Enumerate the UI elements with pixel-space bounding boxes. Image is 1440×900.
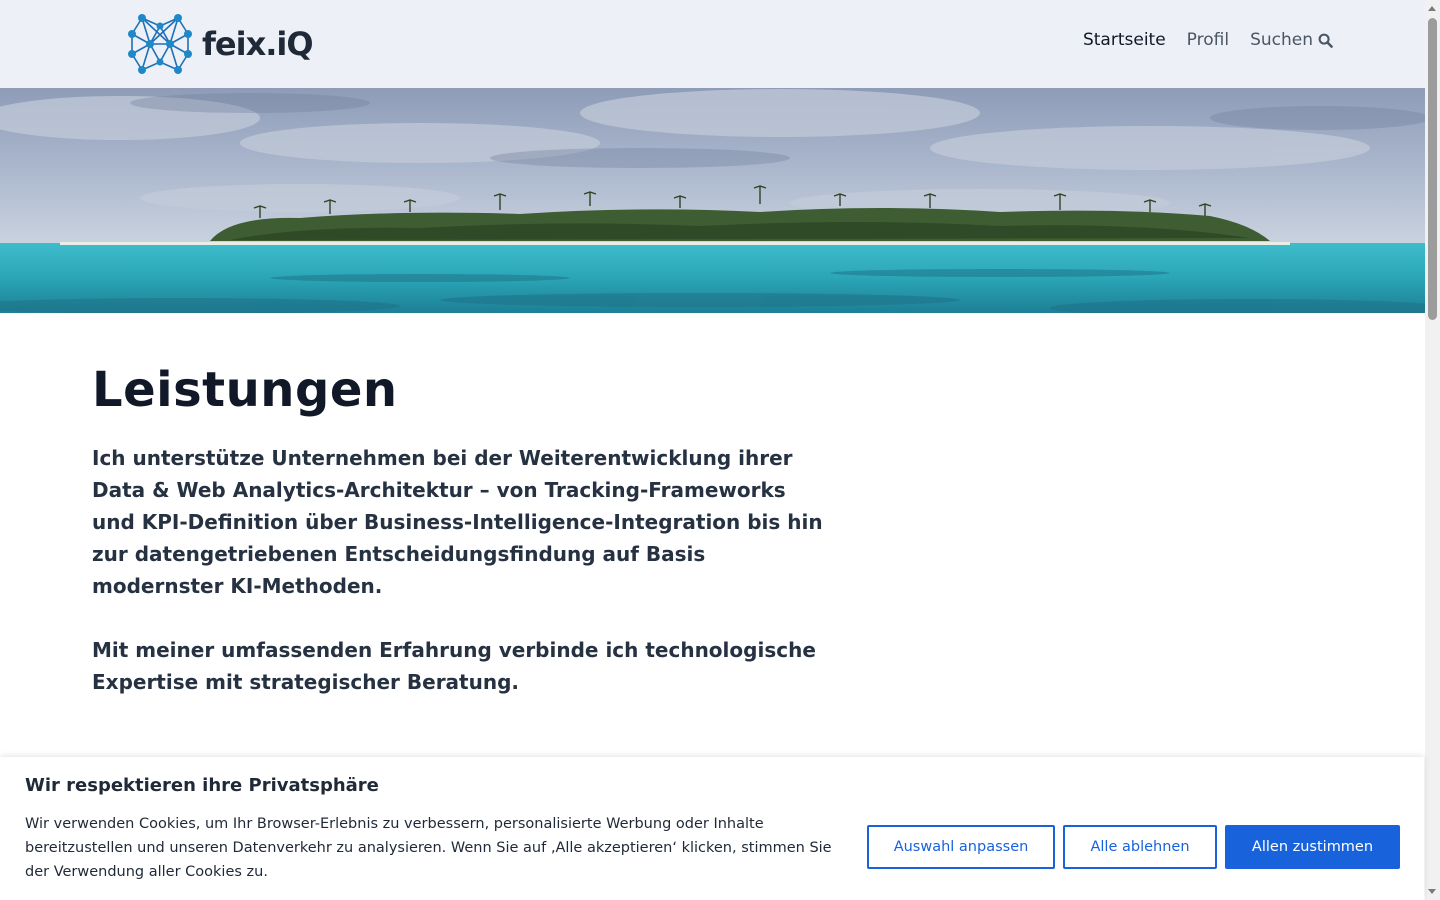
site-header: feix.iQ Startseite Profil Suchen [0, 0, 1425, 88]
search-icon [1318, 33, 1333, 48]
island-landscape-image [0, 88, 1425, 313]
cookie-banner: Wir respektieren ihre Privatsphäre Wir v… [0, 757, 1424, 900]
nav-item-profil[interactable]: Profil [1187, 30, 1229, 50]
nav-item-startseite[interactable]: Startseite [1083, 30, 1166, 50]
logo-text: feix.iQ [202, 25, 314, 63]
page-title: Leistungen [92, 362, 398, 418]
nav-item-label: Profil [1186, 30, 1230, 50]
logo[interactable]: feix.iQ [128, 12, 314, 76]
intro-paragraph: Ich unterstütze Unternehmen bei der Weit… [92, 446, 823, 598]
scroll-down-arrow-icon[interactable] [1428, 889, 1436, 894]
vertical-scrollbar[interactable] [1425, 0, 1440, 900]
nav-item-label: Suchen [1250, 30, 1313, 50]
cookie-banner-title: Wir respektieren ihre Privatsphäre [25, 775, 379, 796]
scroll-up-arrow-icon[interactable] [1428, 6, 1436, 11]
main-content: Leistungen Ich unterstütze Unternehmen b… [92, 352, 832, 698]
intro-paragraph-2: Mit meiner umfassenden Erfahrung verbind… [92, 638, 816, 694]
scrollbar-thumb[interactable] [1428, 18, 1437, 320]
reject-all-button[interactable]: Alle ablehnen [1063, 825, 1217, 869]
nav-item-label: Startseite [1082, 30, 1166, 50]
accept-all-button[interactable]: Allen zustimmen [1225, 825, 1400, 869]
main-nav: Startseite Profil Suchen [1062, 30, 1333, 50]
cookie-banner-text: Wir verwenden Cookies, um Ihr Browser-Er… [25, 816, 832, 880]
nav-item-suchen[interactable]: Suchen [1250, 30, 1333, 50]
network-logo-icon [128, 14, 192, 74]
customize-cookies-button[interactable]: Auswahl anpassen [867, 825, 1055, 869]
hero-image [0, 88, 1425, 313]
